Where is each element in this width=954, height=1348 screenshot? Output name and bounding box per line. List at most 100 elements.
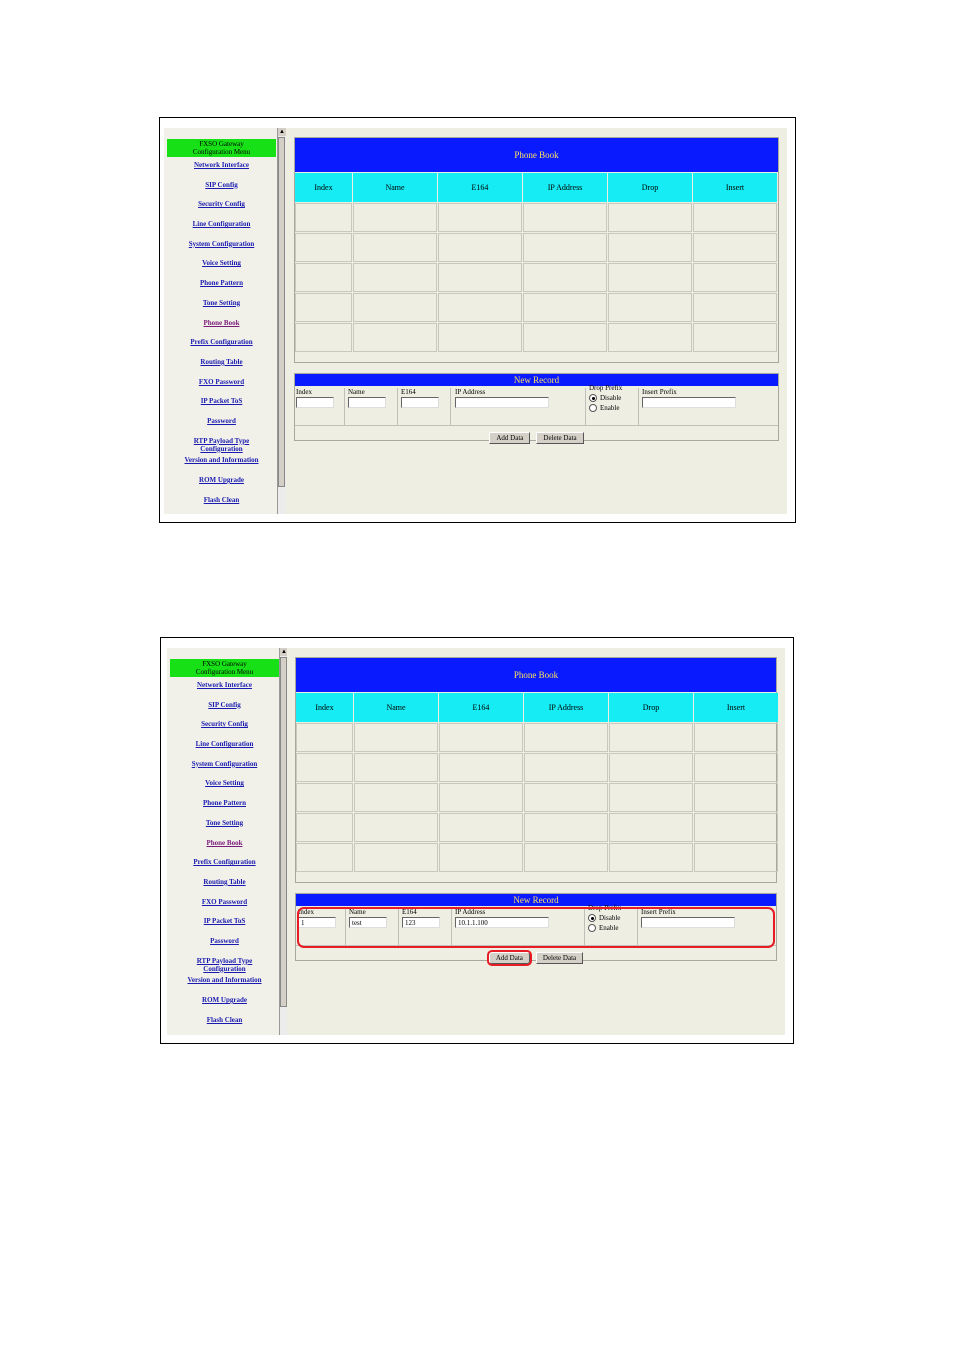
main-content: Phone Book Index Name E164 IP Address Dr…	[286, 128, 787, 514]
menu-item-ip-packet-tos[interactable]: IP Packet ToS	[167, 917, 282, 937]
menu-title: FXSO Gateway Configuration Menu	[167, 139, 276, 157]
e164-field-group: E164	[401, 388, 439, 408]
divider	[638, 388, 639, 425]
index-input[interactable]	[298, 917, 336, 928]
form-actions: Add Data Delete Data	[295, 425, 778, 444]
e164-label: E164	[401, 388, 416, 396]
table-cell	[354, 753, 438, 782]
table-cell	[693, 263, 777, 292]
ip-label: IP Address	[455, 908, 486, 916]
table-cell	[296, 843, 353, 872]
table-cell	[694, 723, 778, 752]
drop-prefix-group: Drop Prefix Disable Enable	[588, 904, 621, 933]
ip-address-input[interactable]	[455, 397, 549, 408]
radio-enable[interactable]	[588, 924, 596, 932]
menu-item-routing-table[interactable]: Routing Table	[164, 358, 279, 378]
menu-item-password[interactable]: Password	[164, 417, 279, 437]
ip-address-input[interactable]	[455, 917, 549, 928]
menu-item-sip-config[interactable]: SIP Config	[164, 181, 279, 201]
menu-item-line-configuration[interactable]: Line Configuration	[164, 220, 279, 240]
table-cell	[694, 753, 778, 782]
col-ip-address: IP Address	[524, 693, 608, 722]
ip-field-group: IP Address	[455, 388, 549, 408]
scroll-thumb[interactable]	[278, 137, 285, 487]
menu-item-rtp-payload-type[interactable]: RTP Payload Type Configuration	[164, 437, 279, 457]
table-cell	[609, 813, 693, 842]
menu-item-fxo-password[interactable]: FXO Password	[164, 378, 279, 398]
menu-item-sip-config[interactable]: SIP Config	[167, 701, 282, 721]
insert-prefix-input[interactable]	[641, 917, 735, 928]
menu-item-prefix-configuration[interactable]: Prefix Configuration	[167, 858, 282, 878]
index-field-group: Index	[296, 388, 334, 408]
index-label: Index	[296, 388, 312, 396]
menu-item-version-information[interactable]: Version and Information	[164, 456, 279, 476]
col-e164: E164	[439, 693, 523, 722]
menu-item-ip-packet-tos[interactable]: IP Packet ToS	[164, 397, 279, 417]
e164-input[interactable]	[401, 397, 439, 408]
scroll-thumb[interactable]	[280, 657, 287, 1007]
menu-item-tone-setting[interactable]: Tone Setting	[167, 819, 282, 839]
menu-item-line-configuration[interactable]: Line Configuration	[167, 740, 282, 760]
phone-book-title: Phone Book	[295, 138, 778, 172]
drop-prefix-label: Drop Prefix	[588, 904, 622, 912]
menu-item-phone-book[interactable]: Phone Book	[167, 839, 282, 859]
index-label: Index	[298, 908, 314, 916]
menu-item-rom-upgrade[interactable]: ROM Upgrade	[167, 996, 282, 1016]
table-cell	[439, 723, 523, 752]
radio-disable[interactable]	[588, 914, 596, 922]
menu-item-flash-clean[interactable]: Flash Clean	[167, 1016, 282, 1036]
radio-disable[interactable]	[589, 394, 597, 402]
scroll-up-arrow-icon[interactable]: ▲	[278, 128, 286, 136]
menu-item-fxo-password[interactable]: FXO Password	[167, 898, 282, 918]
index-field-group: Index	[298, 908, 336, 928]
menu-item-security-config[interactable]: Security Config	[164, 200, 279, 220]
add-data-button[interactable]: Add Data	[486, 950, 532, 966]
menu-item-phone-pattern[interactable]: Phone Pattern	[167, 799, 282, 819]
name-input[interactable]	[349, 917, 387, 928]
menu-item-voice-setting[interactable]: Voice Setting	[164, 259, 279, 279]
table-cell	[295, 263, 352, 292]
menu-item-password[interactable]: Password	[167, 937, 282, 957]
radio-enable[interactable]	[589, 404, 597, 412]
screenshot-filled-form: FXSO Gateway Configuration Menu Network …	[160, 637, 794, 1044]
e164-input[interactable]	[402, 917, 440, 928]
menu-item-prefix-configuration[interactable]: Prefix Configuration	[164, 338, 279, 358]
drop-disable-option[interactable]: Disable	[589, 393, 622, 403]
col-index: Index	[296, 693, 353, 722]
drop-enable-option[interactable]: Enable	[588, 923, 621, 933]
delete-data-button[interactable]: Delete Data	[535, 952, 584, 964]
menu-item-rom-upgrade[interactable]: ROM Upgrade	[164, 476, 279, 496]
menu-item-phone-pattern[interactable]: Phone Pattern	[164, 279, 279, 299]
menu-item-security-config[interactable]: Security Config	[167, 720, 282, 740]
drop-disable-option[interactable]: Disable	[588, 913, 621, 923]
insert-prefix-input[interactable]	[642, 397, 736, 408]
index-input[interactable]	[296, 397, 334, 408]
menu-item-rtp-payload-type[interactable]: RTP Payload Type Configuration	[167, 957, 282, 977]
table-cell	[353, 293, 437, 322]
table-cell	[524, 813, 608, 842]
menu-item-flash-clean[interactable]: Flash Clean	[164, 496, 279, 516]
menu-item-system-configuration[interactable]: System Configuration	[164, 240, 279, 260]
add-data-button[interactable]: Add Data	[489, 432, 531, 444]
menu-item-voice-setting[interactable]: Voice Setting	[167, 779, 282, 799]
new-record-fields: Index Name E164 IP Address	[296, 904, 776, 945]
menu-item-network-interface[interactable]: Network Interface	[164, 161, 279, 181]
table-cell	[354, 783, 438, 812]
menu-item-version-information[interactable]: Version and Information	[167, 976, 282, 996]
name-field-group: Name	[348, 388, 386, 408]
menu-item-system-configuration[interactable]: System Configuration	[167, 760, 282, 780]
table-cell	[354, 723, 438, 752]
name-input[interactable]	[348, 397, 386, 408]
menu-item-tone-setting[interactable]: Tone Setting	[164, 299, 279, 319]
delete-data-button[interactable]: Delete Data	[536, 432, 584, 444]
table-cell	[523, 263, 607, 292]
divider	[344, 388, 345, 425]
phone-book-table: Index Name E164 IP Address Drop Insert	[295, 173, 778, 352]
drop-enable-option[interactable]: Enable	[589, 403, 622, 413]
menu-item-routing-table[interactable]: Routing Table	[167, 878, 282, 898]
table-cell	[524, 753, 608, 782]
menu-item-network-interface[interactable]: Network Interface	[167, 681, 282, 701]
menu-item-phone-book[interactable]: Phone Book	[164, 319, 279, 339]
insert-prefix-group: Insert Prefix	[642, 388, 736, 408]
table-cell	[438, 293, 522, 322]
